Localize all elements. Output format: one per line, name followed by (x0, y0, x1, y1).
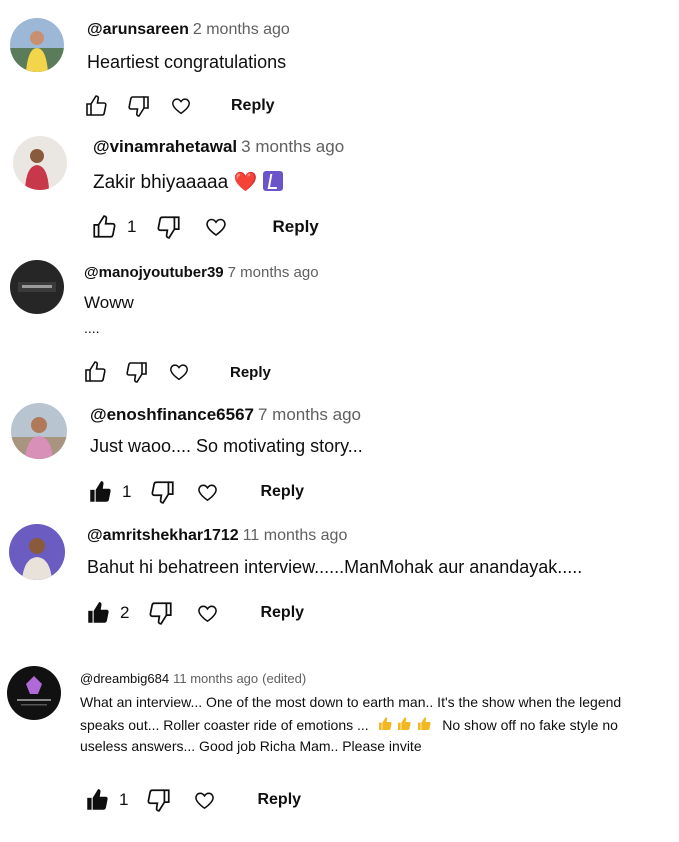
thumbs-down-icon[interactable] (125, 360, 149, 384)
comment-text: Zakir bhiyaaaaa ❤️ (93, 170, 284, 194)
reply-button[interactable]: Reply (272, 217, 318, 237)
comment-actions: Reply (83, 360, 271, 384)
comment-text-line2: .... (84, 320, 100, 336)
thumbs-down-icon[interactable] (148, 600, 174, 626)
comment-amritshekhar1712: @amritshekhar1712 11 months ago Bahut hi … (0, 515, 679, 645)
comment-actions: 1 Reply (87, 479, 304, 505)
like-count: 1 (119, 790, 129, 809)
avatar[interactable] (7, 666, 61, 720)
comment-time[interactable]: 2 months ago (193, 21, 290, 38)
thumbs-up-icon[interactable] (85, 600, 111, 626)
comment-manojyoutuber39: @manojyoutuber39 7 months ago Woww .... R… (0, 250, 679, 395)
heart-icon[interactable] (193, 789, 216, 812)
thumbs-up-emoji (396, 717, 412, 733)
like-count: 2 (120, 603, 130, 622)
comment-time[interactable]: 7 months ago (258, 405, 361, 424)
comment-vinamrahetawal: @vinamrahetawal 3 months ago Zakir bhiyaa… (0, 125, 679, 250)
reply-button[interactable]: Reply (231, 97, 275, 115)
comment-time[interactable]: 3 months ago (241, 137, 344, 156)
comment-text: Heartiest congratulations (87, 52, 287, 72)
thumbs-down-icon[interactable] (156, 214, 182, 240)
thumbs-up-emoji (377, 717, 393, 733)
heart-icon[interactable] (168, 361, 190, 383)
comment-author[interactable]: @vinamrahetawal 3 months ago (93, 137, 344, 157)
edited-label: (edited) (262, 671, 307, 686)
reply-button[interactable]: Reply (230, 364, 271, 381)
comment-author[interactable]: @manojyoutuber39 7 months ago (84, 264, 319, 281)
thumbs-up-icon[interactable] (83, 360, 107, 384)
comment-author[interactable]: @dreambig684 11 months ago (edited) (80, 671, 306, 686)
comment-time[interactable]: 11 months ago (173, 671, 258, 686)
avatar[interactable] (9, 524, 65, 580)
thumbs-down-icon[interactable] (146, 787, 172, 813)
comment-actions: 2 Reply (85, 600, 304, 626)
comment-text-line1: What an interview... One of the most dow… (80, 694, 622, 710)
reply-button[interactable]: Reply (257, 791, 301, 809)
thumbs-up-emoji (416, 717, 432, 733)
reply-button[interactable]: Reply (260, 483, 304, 501)
heart-icon[interactable] (204, 215, 228, 239)
thumbs-up-icon[interactable] (84, 787, 110, 813)
avatar[interactable] (11, 403, 67, 459)
comment-author[interactable]: @arunsareen 2 months ago (87, 21, 290, 39)
comment-author[interactable]: @enoshfinance6567 7 months ago (90, 405, 361, 425)
comment-author[interactable]: @amritshekhar1712 11 months ago (87, 527, 347, 545)
comment-actions: Reply (84, 94, 275, 118)
comment-enoshfinance6567: @enoshfinance6567 7 months ago Just waoo.… (0, 395, 679, 515)
comment-text-line2: speaks out... Roller coaster ride of emo… (80, 717, 618, 733)
comment-actions: 1 Reply (91, 214, 319, 240)
comment-dreambig684: @dreambig684 11 months ago (edited) What a… (0, 645, 679, 842)
dancing-emoji (263, 171, 284, 191)
thumbs-up-icon[interactable] (87, 479, 113, 505)
like-count: 1 (122, 482, 132, 501)
avatar[interactable] (10, 18, 64, 72)
avatar[interactable] (13, 136, 67, 190)
thumbs-down-icon[interactable] (127, 94, 151, 118)
avatar[interactable] (10, 260, 64, 314)
reply-button[interactable]: Reply (260, 604, 304, 622)
comment-actions: 1 Reply (84, 787, 301, 813)
red-heart-emoji: ❤️ (233, 172, 258, 193)
comment-time[interactable]: 11 months ago (243, 527, 348, 544)
heart-icon[interactable] (170, 95, 192, 117)
thumbs-up-icon[interactable] (84, 94, 108, 118)
like-count: 1 (127, 217, 137, 236)
comment-text: Bahut hi behatreen interview......ManMoh… (87, 557, 583, 577)
heart-icon[interactable] (196, 602, 219, 625)
comment-text: Just waoo.... So motivating story... (90, 436, 363, 456)
heart-icon[interactable] (196, 481, 219, 504)
thumbs-up-icon[interactable] (91, 214, 117, 240)
comment-time[interactable]: 7 months ago (228, 264, 319, 281)
comment-text-line3: useless answers... Good job Richa Mam.. … (80, 738, 422, 754)
thumbs-down-icon[interactable] (150, 479, 176, 505)
comment-text: Woww (84, 293, 134, 312)
comment-arunsareen: @arunsareen 2 months ago Heartiest congra… (0, 0, 679, 125)
